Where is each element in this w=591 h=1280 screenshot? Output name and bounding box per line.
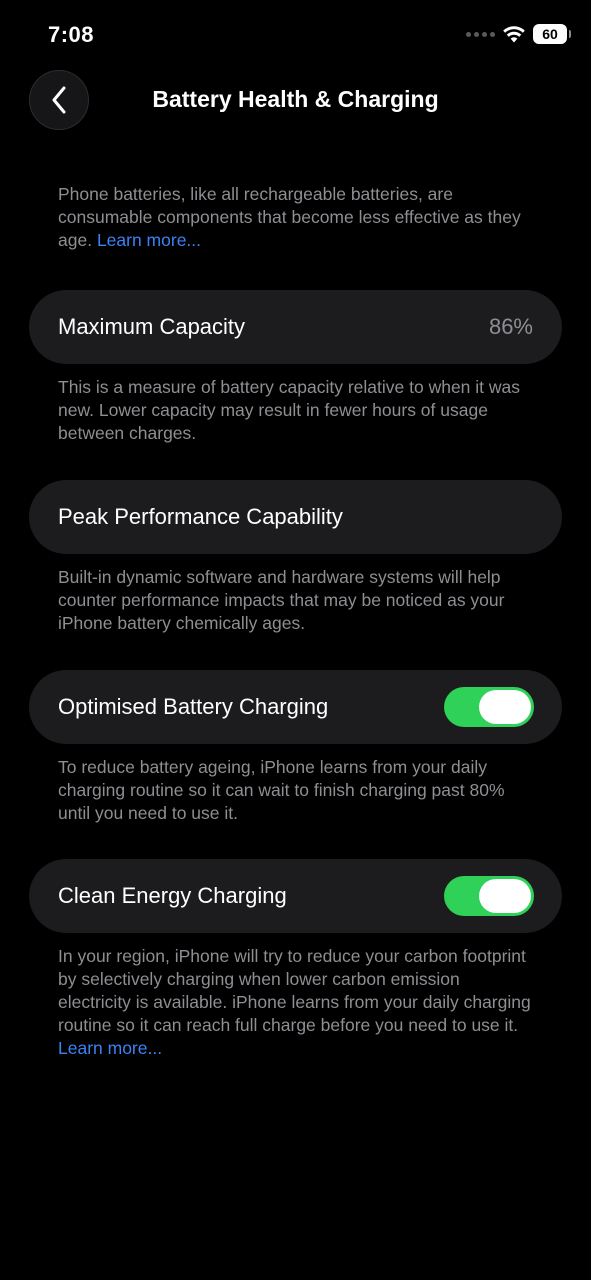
maximum-capacity-footnote: This is a measure of battery capacity re… [58,377,521,443]
navigation-bar: Battery Health & Charging [0,68,591,132]
status-bar: 7:08 60 [0,0,591,70]
clean-energy-footnote: In your region, iPhone will try to reduc… [58,945,533,1060]
optimised-charging-row: Optimised Battery Charging [29,670,562,744]
toggle-knob [479,690,531,724]
maximum-capacity-label: Maximum Capacity [58,314,246,339]
peak-performance-footnote: Built-in dynamic software and hardware s… [58,567,505,633]
clean-energy-learn-more-link[interactable]: Learn more... [58,1038,162,1058]
wifi-icon [503,25,525,42]
clean-energy-body: In your region, iPhone will try to reduc… [58,946,531,1035]
maximum-capacity-value: 86% [488,314,533,339]
status-icons: 60 [466,24,571,44]
clean-energy-row: Clean Energy Charging [29,859,562,933]
battery-level: 60 [542,26,558,42]
toggle-knob [479,879,531,913]
peak-performance-label: Peak Performance Capability [58,504,343,529]
settings-content: Phone batteries, like all rechargeable b… [0,180,591,1060]
battery-icon: 60 [533,24,571,44]
peak-performance-row[interactable]: Peak Performance Capability [29,480,562,554]
maximum-capacity-row: Maximum Capacity 86% [29,290,562,364]
clean-energy-label: Clean Energy Charging [58,883,287,908]
page-title: Battery Health & Charging [152,86,439,112]
clean-energy-toggle[interactable] [444,876,534,916]
status-time: 7:08 [48,22,95,47]
cellular-signal-icon [466,31,495,37]
intro-learn-more-link[interactable]: Learn more... [97,230,201,250]
intro-text: Phone batteries, like all rechargeable b… [58,183,533,252]
optimised-charging-label: Optimised Battery Charging [58,694,329,719]
optimised-charging-footnote: To reduce battery ageing, iPhone learns … [58,757,505,823]
optimised-charging-toggle[interactable] [444,687,534,727]
